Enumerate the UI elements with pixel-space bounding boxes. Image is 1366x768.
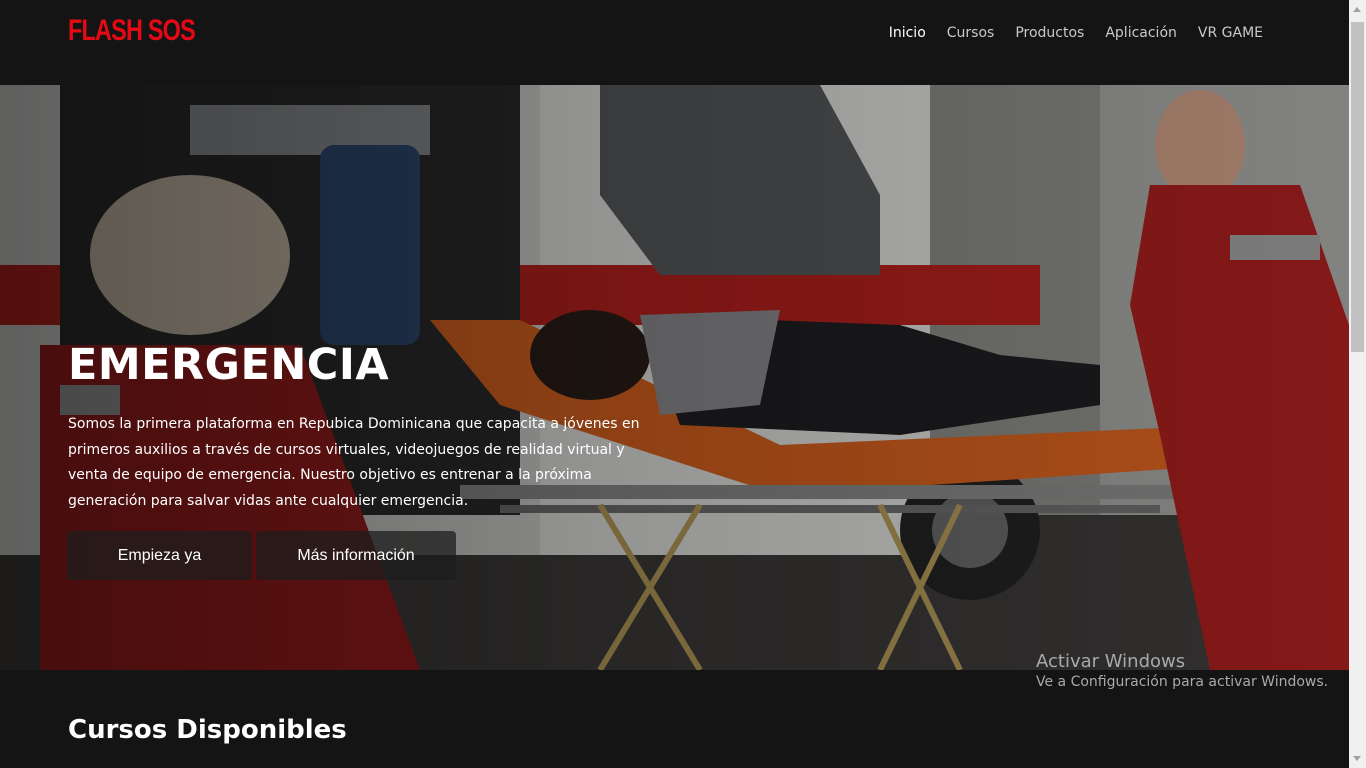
nav-inicio[interactable]: Inicio [889, 25, 926, 41]
nav-vr-game[interactable]: VR GAME [1198, 25, 1263, 41]
brand-logo[interactable]: FLASH SOS [68, 14, 196, 48]
watermark-subtitle: Ve a Configuración para activar Windows. [1036, 674, 1329, 690]
hero-description: Somos la primera plataforma en Repubica … [68, 416, 640, 509]
windows-activation-watermark: Activar Windows Ve a Configuración para … [1036, 651, 1328, 690]
more-info-button[interactable]: Más información [256, 531, 456, 580]
scroll-down-arrow-icon[interactable] [1353, 756, 1361, 761]
main-nav: Inicio Cursos Productos Aplicación VR GA… [868, 25, 1263, 41]
top-navbar: FLASH SOS Inicio Cursos Productos Aplica… [0, 0, 1349, 85]
scroll-up-arrow-icon[interactable] [1353, 7, 1361, 12]
nav-cursos[interactable]: Cursos [947, 25, 995, 41]
scrollbar-thumb[interactable] [1351, 22, 1364, 352]
nav-productos[interactable]: Productos [1015, 25, 1084, 41]
nav-aplicacion[interactable]: Aplicación [1105, 25, 1177, 41]
vertical-scrollbar[interactable] [1349, 0, 1366, 768]
watermark-title: Activar Windows [1036, 651, 1186, 672]
start-now-button[interactable]: Empieza ya [67, 531, 252, 580]
page: FLASH SOS Inicio Cursos Productos Aplica… [0, 0, 1349, 768]
courses-section-title: Cursos Disponibles [68, 715, 347, 745]
hero-title: EMERGENCIA [68, 340, 390, 390]
hero-banner: EMERGENCIA Somos la primera plataforma e… [0, 85, 1349, 670]
